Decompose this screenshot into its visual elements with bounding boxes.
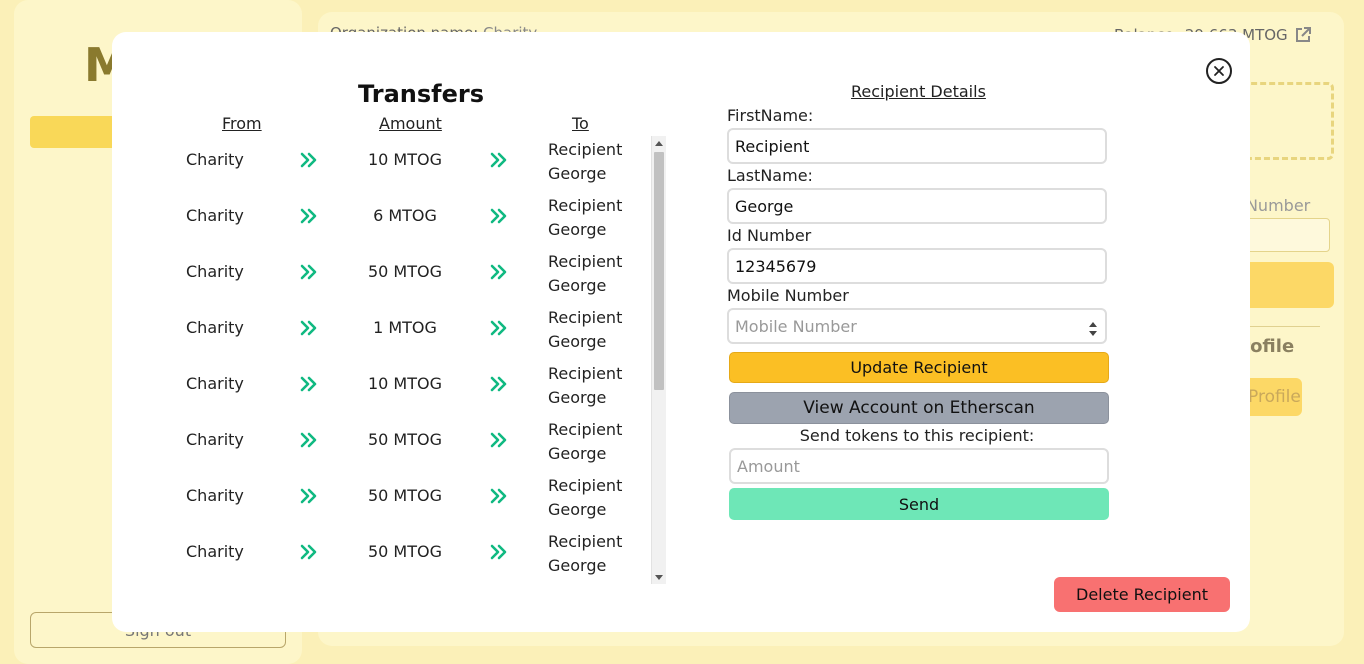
double-chevron-right-icon xyxy=(490,488,507,504)
transfer-from: Charity xyxy=(186,318,244,337)
transfer-from: Charity xyxy=(186,262,244,281)
transfer-amount: 50 MTOG xyxy=(367,542,442,561)
transfer-to-line1: Recipient xyxy=(548,308,623,327)
send-button[interactable]: Send xyxy=(729,488,1109,520)
transfer-row: Charity 10 MTOG Recipient George xyxy=(174,136,652,192)
double-chevron-right-icon xyxy=(300,152,317,168)
transfer-amount: 1 MTOG xyxy=(373,318,437,337)
send-tokens-label: Send tokens to this recipient: xyxy=(799,426,1035,445)
double-chevron-right-icon xyxy=(490,376,507,392)
transfer-row: Charity 50 MTOG Recipient George xyxy=(174,472,652,528)
double-chevron-right-icon xyxy=(490,208,507,224)
transfer-from: Charity xyxy=(186,542,244,561)
close-button[interactable] xyxy=(1206,58,1232,84)
recipient-modal: Transfers From Amount To Charity 10 MTOG R… xyxy=(112,32,1250,632)
transfer-from: Charity xyxy=(186,430,244,449)
transfer-to: Recipient George xyxy=(548,306,622,354)
id-number-label: Id Number xyxy=(727,226,812,245)
scroll-down-arrow-icon[interactable] xyxy=(655,575,663,580)
number-spinner-icon[interactable] xyxy=(1088,318,1098,340)
double-chevron-right-icon xyxy=(490,432,507,448)
recipient-details-title: Recipient Details xyxy=(851,82,986,101)
transfer-amount: 10 MTOG xyxy=(367,150,442,169)
transfer-to: Recipient George xyxy=(548,530,622,578)
transfer-from: Charity xyxy=(186,150,244,169)
transfer-to-line2: George xyxy=(548,388,607,407)
column-header-to: To xyxy=(572,114,589,133)
last-name-field[interactable] xyxy=(727,188,1107,224)
transfer-to-line1: Recipient xyxy=(548,140,623,159)
double-chevron-right-icon xyxy=(300,432,317,448)
mobile-number-label: Mobile Number xyxy=(727,286,849,305)
transfer-amount: 10 MTOG xyxy=(367,374,442,393)
double-chevron-right-icon xyxy=(490,152,507,168)
transfer-to-line2: George xyxy=(548,444,607,463)
transfer-to-line1: Recipient xyxy=(548,476,623,495)
transfer-to: Recipient George xyxy=(548,474,622,522)
delete-recipient-button[interactable]: Delete Recipient xyxy=(1054,577,1230,612)
transfer-row: Charity 50 MTOG Recipient George xyxy=(174,416,652,472)
transfer-row: Charity 50 MTOG Recipient George xyxy=(174,248,652,304)
close-icon xyxy=(1214,66,1224,76)
transfer-amount: 50 MTOG xyxy=(367,262,442,281)
column-header-from: From xyxy=(222,114,262,133)
transfer-to: Recipient George xyxy=(548,138,622,186)
double-chevron-right-icon xyxy=(300,208,317,224)
column-header-amount: Amount xyxy=(379,114,442,133)
transfer-list-scrollbar[interactable] xyxy=(651,136,666,584)
double-chevron-right-icon xyxy=(300,376,317,392)
transfer-to-line2: George xyxy=(548,332,607,351)
double-chevron-right-icon xyxy=(300,264,317,280)
transfer-to-line2: George xyxy=(548,276,607,295)
double-chevron-right-icon xyxy=(490,544,507,560)
view-etherscan-button[interactable]: View Account on Etherscan xyxy=(729,392,1109,424)
transfer-row: Charity 1 MTOG Recipient George xyxy=(174,304,652,360)
scroll-up-arrow-icon[interactable] xyxy=(655,141,663,146)
transfer-row: Charity 50 MTOG Recipient George xyxy=(174,528,652,584)
transfer-to-line1: Recipient xyxy=(548,196,623,215)
amount-field[interactable] xyxy=(729,448,1109,484)
transfer-amount: 50 MTOG xyxy=(367,486,442,505)
update-recipient-button[interactable]: Update Recipient xyxy=(729,352,1109,383)
double-chevron-right-icon xyxy=(490,320,507,336)
transfer-row: Charity 6 MTOG Recipient George xyxy=(174,192,652,248)
transfer-to-line2: George xyxy=(548,220,607,239)
double-chevron-right-icon xyxy=(300,488,317,504)
transfer-list[interactable]: Charity 10 MTOG Recipient George Charity 6 MT… xyxy=(174,136,652,584)
transfer-to-line1: Recipient xyxy=(548,252,623,271)
transfer-from: Charity xyxy=(186,206,244,225)
id-number-field[interactable] xyxy=(727,248,1107,284)
first-name-field[interactable] xyxy=(727,128,1107,164)
double-chevron-right-icon xyxy=(490,264,507,280)
bg-profile-button-label: Profile xyxy=(1248,387,1301,407)
transfer-to-line1: Recipient xyxy=(548,364,623,383)
transfer-to-line2: George xyxy=(548,556,607,575)
transfer-to-line1: Recipient xyxy=(548,532,623,551)
transfer-amount: 50 MTOG xyxy=(367,430,442,449)
scroll-thumb[interactable] xyxy=(654,152,664,390)
transfer-to: Recipient George xyxy=(548,418,622,466)
double-chevron-right-icon xyxy=(300,320,317,336)
last-name-label: LastName: xyxy=(727,166,813,185)
transfer-to: Recipient George xyxy=(548,362,622,410)
transfer-to-line1: Recipient xyxy=(548,420,623,439)
transfer-to: Recipient George xyxy=(548,194,622,242)
transfer-from: Charity xyxy=(186,486,244,505)
transfers-title: Transfers xyxy=(358,80,484,108)
external-link-icon[interactable] xyxy=(1294,26,1312,44)
first-name-label: FirstName: xyxy=(727,106,814,125)
transfer-amount: 6 MTOG xyxy=(373,206,437,225)
double-chevron-right-icon xyxy=(300,544,317,560)
transfer-to: Recipient George xyxy=(548,250,622,298)
transfer-row: Charity 10 MTOG Recipient George xyxy=(174,360,652,416)
transfer-to-line2: George xyxy=(548,164,607,183)
mobile-number-field[interactable] xyxy=(727,308,1107,344)
transfer-to-line2: George xyxy=(548,500,607,519)
transfer-from: Charity xyxy=(186,374,244,393)
